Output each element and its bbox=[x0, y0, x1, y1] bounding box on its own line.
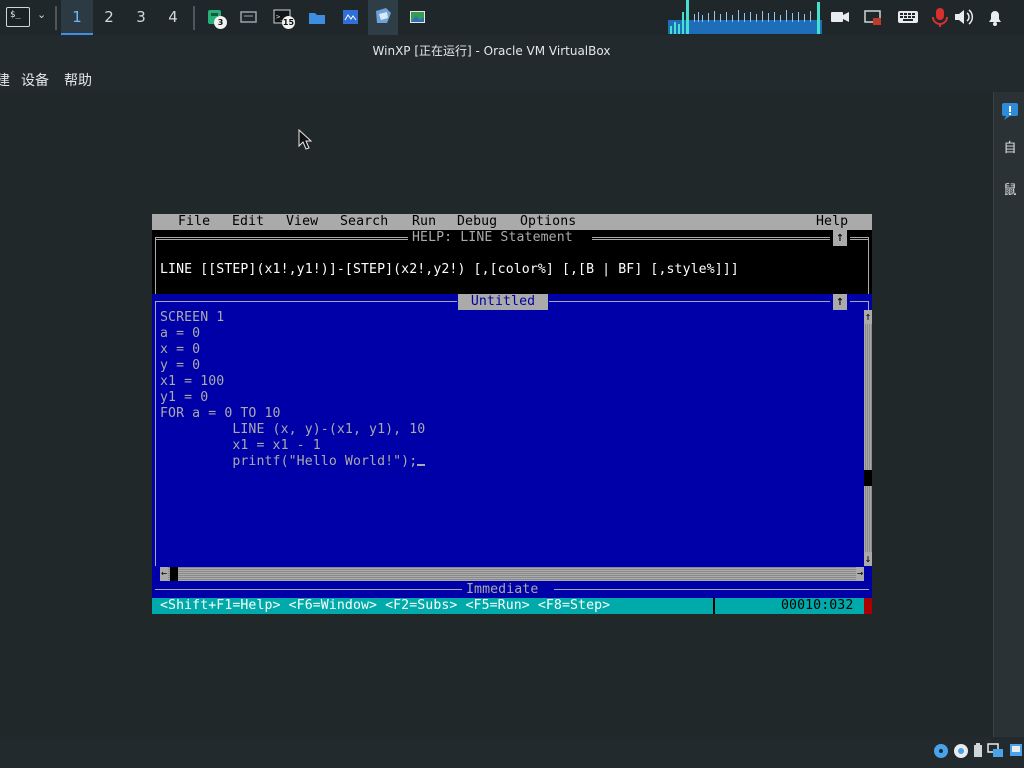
vertical-scrollbar[interactable]: ↑ ↓ bbox=[864, 310, 872, 566]
audio-level-meter bbox=[668, 0, 822, 34]
workspace-1[interactable]: 1 bbox=[61, 0, 93, 35]
code-line-current: printf("Hello World!"); bbox=[160, 454, 860, 470]
bell-icon[interactable] bbox=[984, 6, 1006, 28]
scroll-left-arrow[interactable]: ← bbox=[160, 567, 168, 581]
help-window-title-bar: HELP: LINE Statement ↑ bbox=[152, 230, 872, 246]
code-line: SCREEN 1 bbox=[160, 310, 225, 325]
side-button-auto[interactable]: 自 bbox=[999, 138, 1021, 160]
menu-debug[interactable]: Debug bbox=[457, 214, 497, 230]
code-line-text: printf("Hello World!"); bbox=[160, 454, 418, 469]
monitor-icon[interactable] bbox=[234, 2, 264, 32]
app-badge: 15 bbox=[282, 16, 295, 29]
vbox-side-panel: 自 鼠 bbox=[993, 92, 1024, 737]
shared-display-icon bbox=[987, 743, 1003, 757]
keyboard-icon[interactable] bbox=[897, 6, 919, 28]
code-editor[interactable]: SCREEN 1 a = 0 x = 0 y = 0 x1 = 100 y1 =… bbox=[160, 310, 860, 566]
terminal-icon[interactable]: >_ 15 bbox=[268, 2, 298, 32]
code-line: a = 0 bbox=[160, 326, 201, 341]
code-line: x1 = 100 bbox=[160, 374, 225, 389]
menu-devices[interactable]: 设备 bbox=[21, 70, 49, 90]
text-cursor bbox=[417, 464, 426, 466]
vertical-scroll-thumb[interactable] bbox=[864, 470, 872, 486]
code-line: y = 0 bbox=[160, 358, 201, 373]
caps-indicator bbox=[864, 598, 872, 614]
help-syntax-line: LINE [[STEP](x1!,y1!)]-[STEP](x2!,y2!) [… bbox=[160, 262, 739, 277]
window-title: WinXP [正在运行] - Oracle VM VirtualBox bbox=[372, 44, 611, 58]
disk-icon bbox=[954, 744, 968, 758]
code-line: x1 = x1 - 1 bbox=[160, 438, 321, 453]
frame-edge bbox=[868, 246, 869, 294]
menu-input[interactable]: 建 bbox=[0, 70, 10, 90]
code-line: x = 0 bbox=[160, 342, 201, 357]
chevron-down-icon[interactable]: ⌄ bbox=[37, 8, 46, 21]
immediate-window-title-bar: Immediate bbox=[152, 582, 872, 598]
system-taskbar: $_ ⌄ 1 2 3 4 3 >_ 15 bbox=[0, 0, 1024, 35]
terminal-launcher-icon[interactable]: $_ bbox=[6, 7, 30, 27]
scroll-up-arrow[interactable]: ↑ bbox=[864, 310, 872, 324]
menu-run[interactable]: Run bbox=[412, 214, 436, 230]
mouse-pointer-icon bbox=[298, 129, 312, 150]
immediate-window-title: Immediate bbox=[466, 582, 539, 597]
help-window-title: HELP: LINE Statement bbox=[412, 230, 573, 245]
qbasic-menu-bar: File Edit View Search Run Debug Options … bbox=[152, 214, 872, 230]
workspace-2[interactable]: 2 bbox=[93, 0, 125, 35]
frame-edge bbox=[155, 246, 156, 294]
volume-icon[interactable] bbox=[952, 6, 974, 28]
qbasic-status-bar: <Shift+F1=Help> <F6=Window> <F2=Subs> <F… bbox=[152, 598, 872, 614]
menu-file[interactable]: File bbox=[178, 214, 210, 230]
virtualbox-icon[interactable] bbox=[368, 0, 398, 35]
zoom-arrow-icon[interactable]: ↑ bbox=[833, 230, 847, 246]
camera-icon[interactable] bbox=[829, 6, 851, 28]
screen-cast-icon[interactable] bbox=[862, 6, 884, 28]
blue-window-icon[interactable] bbox=[336, 2, 366, 32]
menu-options[interactable]: Options bbox=[520, 214, 576, 230]
menu-edit[interactable]: Edit bbox=[232, 214, 264, 230]
menu-search[interactable]: Search bbox=[340, 214, 388, 230]
network-icon bbox=[1010, 744, 1022, 756]
side-button-mouse[interactable]: 鼠 bbox=[999, 180, 1021, 202]
frame-edge bbox=[155, 310, 156, 582]
menu-help[interactable]: Help bbox=[816, 214, 848, 230]
qbasic-screen[interactable]: File Edit View Search Run Debug Options … bbox=[152, 214, 872, 614]
menu-help[interactable]: 帮助 bbox=[64, 70, 92, 90]
folder-icon[interactable] bbox=[302, 2, 332, 32]
help-window-body: LINE [[STEP](x1!,y1!)]-[STEP](x2!,y2!) [… bbox=[152, 246, 872, 294]
mic-muted-icon[interactable] bbox=[929, 6, 951, 28]
code-line: FOR a = 0 TO 10 bbox=[160, 406, 281, 421]
green-tool-icon[interactable]: 3 bbox=[200, 2, 230, 32]
status-divider bbox=[713, 598, 715, 614]
cursor-position: 00010:032 bbox=[781, 598, 854, 613]
taskbar-divider bbox=[193, 6, 195, 30]
image-viewer-icon[interactable] bbox=[403, 2, 433, 32]
menu-view[interactable]: View bbox=[286, 214, 318, 230]
horizontal-scroll-thumb[interactable] bbox=[170, 567, 178, 581]
notification-center-icon[interactable] bbox=[999, 100, 1021, 122]
optical-drive-icon bbox=[934, 744, 948, 758]
zoom-arrow-icon[interactable]: ↑ bbox=[833, 294, 847, 310]
vbox-menu-bar: 建 设备 帮助 bbox=[0, 64, 1024, 92]
workspace-4[interactable]: 4 bbox=[157, 0, 189, 35]
horizontal-scrollbar[interactable]: ← → bbox=[160, 567, 864, 581]
scroll-down-arrow[interactable]: ↓ bbox=[864, 552, 872, 566]
app-badge: 3 bbox=[214, 16, 227, 29]
vbox-title-bar: WinXP [正在运行] - Oracle VM VirtualBox bbox=[0, 36, 1024, 64]
taskbar-divider bbox=[55, 6, 57, 30]
workspace-3[interactable]: 3 bbox=[125, 0, 157, 35]
code-line: LINE (x, y)-(x1, y1), 10 bbox=[160, 422, 426, 437]
usb-icon bbox=[974, 743, 982, 757]
editor-title: Untitled bbox=[458, 294, 548, 310]
editor-title-bar: Untitled ↑ bbox=[152, 294, 872, 310]
vbox-status-icons bbox=[934, 743, 1022, 758]
code-line: y1 = 0 bbox=[160, 390, 209, 405]
status-hints: <Shift+F1=Help> <F6=Window> <F2=Subs> <F… bbox=[160, 598, 611, 613]
scroll-right-arrow[interactable]: → bbox=[856, 567, 864, 581]
